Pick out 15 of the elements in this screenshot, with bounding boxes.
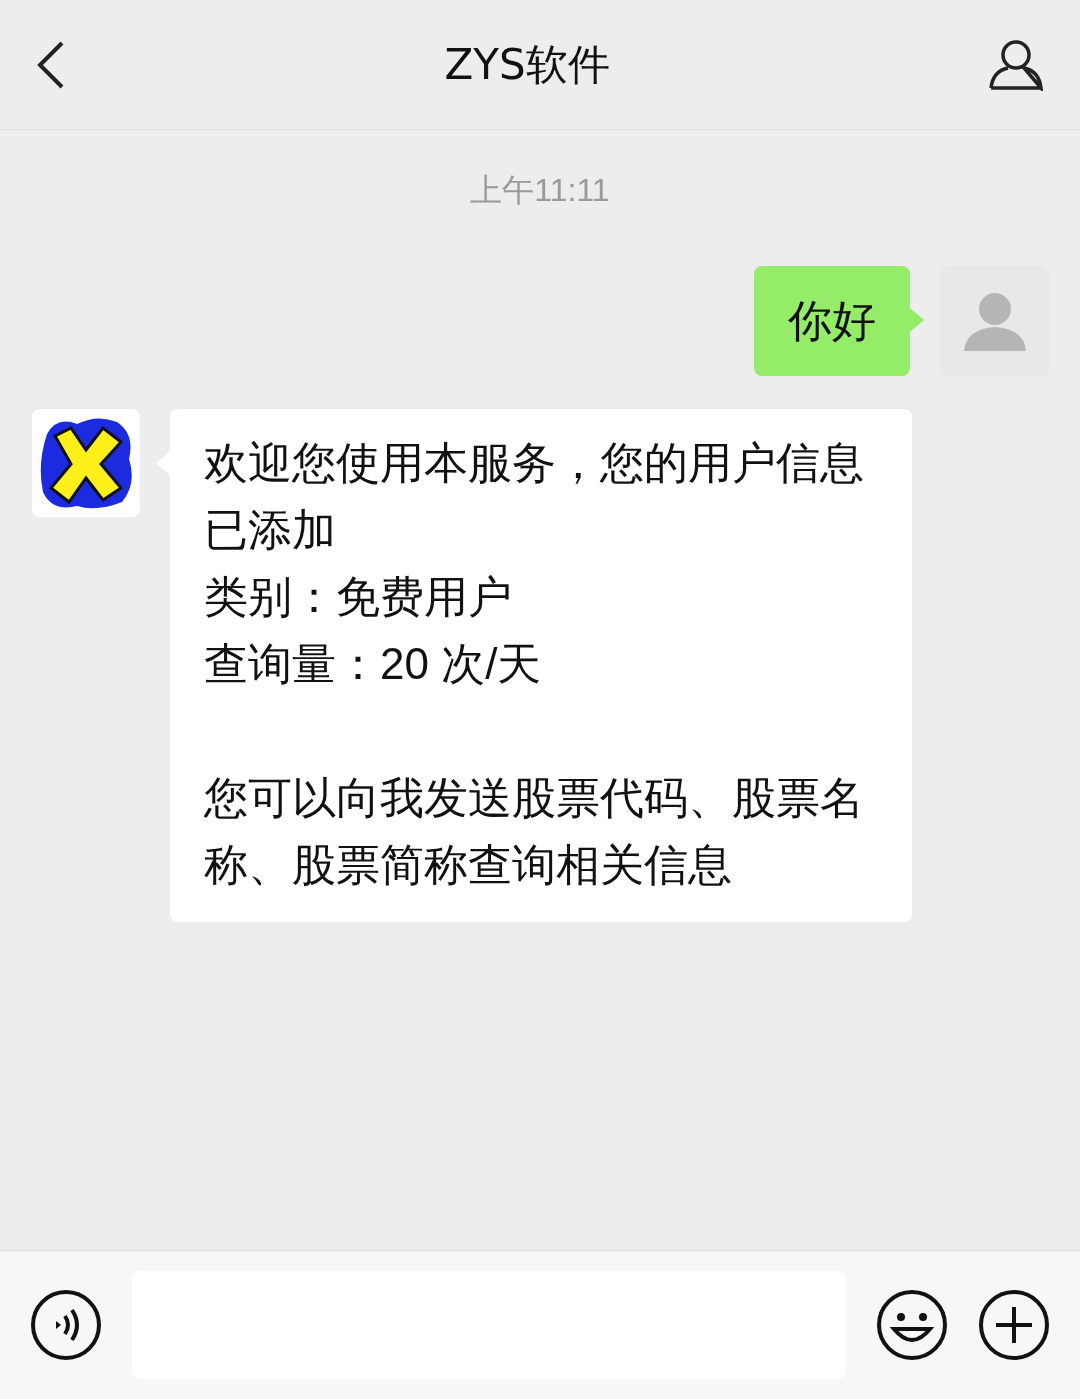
smiley-icon[interactable] <box>876 1289 948 1361</box>
message-bubble: 你好 <box>754 266 910 376</box>
message-text: 欢迎您使用本服务，您的用户信息已添加 <box>204 437 865 556</box>
message-text: 类别：免费用户 <box>204 571 513 623</box>
plus-icon[interactable] <box>978 1289 1050 1361</box>
chat-title: ZYS软件 <box>444 39 610 91</box>
person-icon[interactable] <box>988 38 1044 91</box>
message-text: 查询量：20 次/天 <box>204 638 543 690</box>
back-icon[interactable] <box>36 39 66 90</box>
message-text: 您可以向我发送股票代码、股票名称、股票简称查询相关信息 <box>204 772 865 891</box>
timestamp: 上午11:11 <box>470 171 610 210</box>
bubble-tail <box>910 308 924 332</box>
bot-avatar[interactable] <box>32 409 140 517</box>
voice-icon[interactable] <box>30 1289 102 1361</box>
person-icon <box>964 291 1026 351</box>
